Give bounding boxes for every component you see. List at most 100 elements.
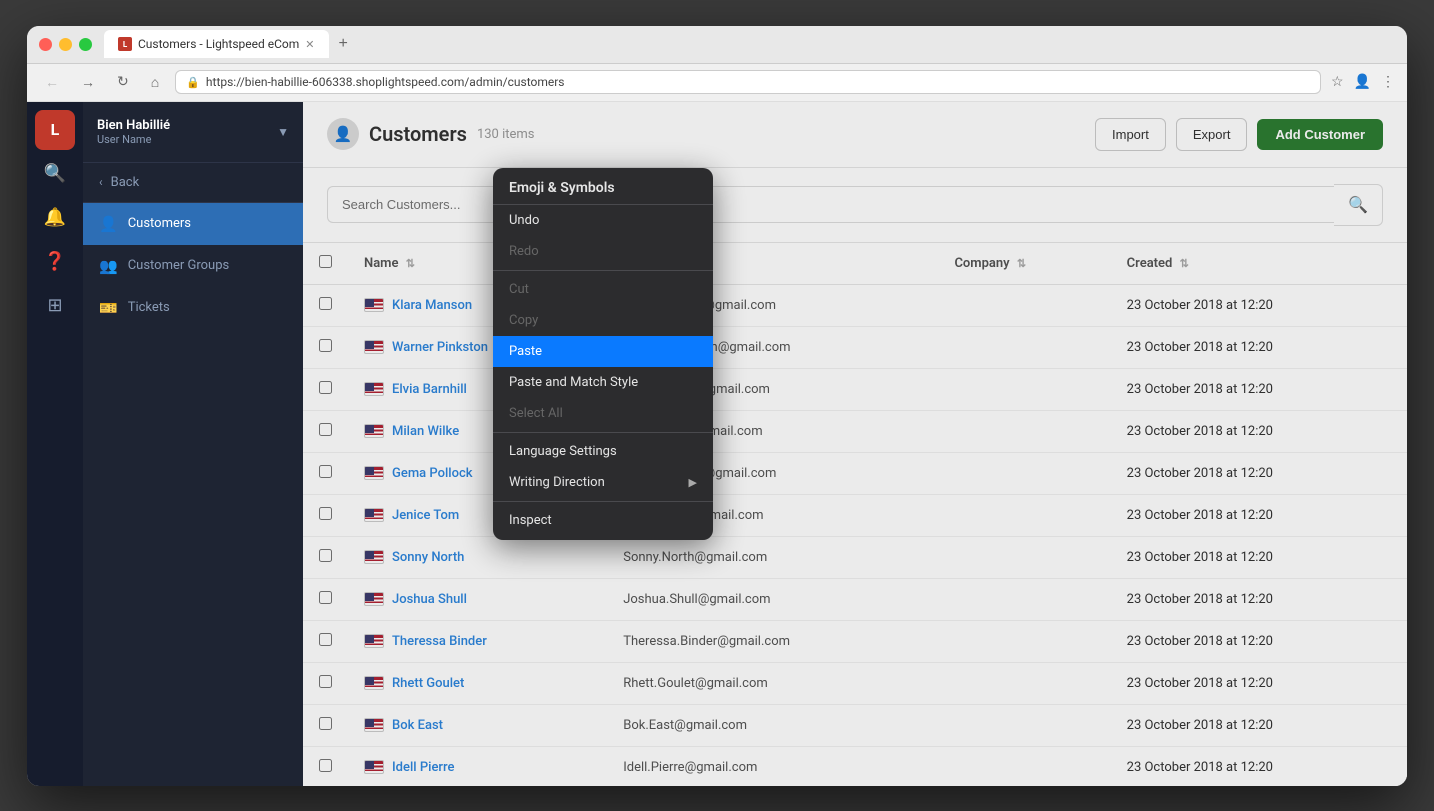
- row-checkbox-cell[interactable]: [303, 578, 348, 620]
- row-checkbox[interactable]: [319, 591, 332, 604]
- row-checkbox-cell[interactable]: [303, 746, 348, 786]
- ctx-emoji-header[interactable]: Emoji & Symbols: [493, 172, 713, 205]
- row-checkbox[interactable]: [319, 675, 332, 688]
- customer-name-link[interactable]: Idell Pierre: [392, 760, 454, 775]
- ctx-paste-match[interactable]: Paste and Match Style: [493, 367, 713, 398]
- row-created-cell: 23 October 2018 at 12:20: [1111, 620, 1407, 662]
- menu-icon[interactable]: ⋮: [1381, 74, 1395, 90]
- customer-name-link[interactable]: Rhett Goulet: [392, 676, 464, 691]
- row-company-cell: [938, 326, 1110, 368]
- sidebar-icon-grid[interactable]: ⊞: [35, 286, 75, 326]
- row-name-cell: Bok East: [348, 704, 607, 746]
- customer-name-link[interactable]: Warner Pinkston: [392, 340, 488, 355]
- row-checkbox[interactable]: [319, 717, 332, 730]
- active-tab[interactable]: L Customers - Lightspeed eCom ✕: [104, 30, 329, 58]
- row-checkbox[interactable]: [319, 549, 332, 562]
- customer-name-link[interactable]: Bok East: [392, 718, 443, 733]
- tab-favicon: L: [118, 37, 132, 51]
- sidebar-nav: ‹ Back 👤 Customers 👥 Customer Groups 🎫 T…: [83, 163, 303, 329]
- ctx-separator-1: [493, 270, 713, 271]
- ctx-inspect[interactable]: Inspect: [493, 505, 713, 536]
- customer-name-link[interactable]: Elvia Barnhill: [392, 382, 467, 397]
- back-button[interactable]: ←: [39, 72, 65, 93]
- customer-name-link[interactable]: Sonny North: [392, 550, 464, 565]
- customer-name-link[interactable]: Theressa Binder: [392, 634, 487, 649]
- row-checkbox-cell[interactable]: [303, 494, 348, 536]
- search-area: 🔍 Emoji & Symbols Undo Redo Cut Copy Pas…: [303, 168, 1407, 243]
- customer-name-link[interactable]: Joshua Shull: [392, 592, 467, 607]
- flag-icon: [364, 550, 384, 564]
- row-checkbox-cell[interactable]: [303, 284, 348, 326]
- row-checkbox[interactable]: [319, 633, 332, 646]
- row-checkbox[interactable]: [319, 339, 332, 352]
- minimize-button[interactable]: [59, 38, 72, 51]
- row-checkbox-cell[interactable]: [303, 620, 348, 662]
- sidebar-back-button[interactable]: ‹ Back: [83, 163, 303, 203]
- row-email-cell: Sonny.North@gmail.com: [607, 536, 938, 578]
- col-company[interactable]: Company ⇅: [938, 243, 1110, 285]
- row-checkbox-cell[interactable]: [303, 452, 348, 494]
- table-row: Joshua Shull Joshua.Shull@gmail.com 23 O…: [303, 578, 1407, 620]
- sidebar-icon-logo[interactable]: L: [35, 110, 75, 150]
- sidebar-icon-help[interactable]: ❓: [35, 242, 75, 282]
- sidebar-icon-notifications[interactable]: 🔔: [35, 198, 75, 238]
- sidebar-dropdown-icon[interactable]: ▼: [277, 125, 289, 139]
- row-checkbox-cell[interactable]: [303, 536, 348, 578]
- home-button[interactable]: ⌂: [145, 72, 165, 93]
- bookmark-icon[interactable]: ☆: [1331, 74, 1344, 90]
- close-button[interactable]: [39, 38, 52, 51]
- search-button[interactable]: 🔍: [1334, 184, 1383, 226]
- sidebar-item-customer-groups[interactable]: 👥 Customer Groups: [83, 245, 303, 287]
- add-customer-button[interactable]: Add Customer: [1257, 119, 1383, 150]
- customer-name-link[interactable]: Milan Wilke: [392, 424, 459, 439]
- row-checkbox-cell[interactable]: [303, 326, 348, 368]
- row-checkbox[interactable]: [319, 507, 332, 520]
- app-window: L Customers - Lightspeed eCom ✕ + ← → ↻ …: [27, 26, 1407, 786]
- sidebar-customers-label: Customers: [128, 216, 191, 231]
- row-name-cell: Idell Pierre: [348, 746, 607, 786]
- row-checkbox[interactable]: [319, 759, 332, 772]
- url-bar[interactable]: 🔒 https://bien-habillie-606338.shoplight…: [175, 70, 1321, 94]
- tab-bar: L Customers - Lightspeed eCom ✕ +: [104, 30, 1395, 58]
- table-row: Rhett Goulet Rhett.Goulet@gmail.com 23 O…: [303, 662, 1407, 704]
- reload-button[interactable]: ↻: [111, 72, 135, 92]
- back-label: Back: [111, 175, 140, 190]
- row-checkbox-cell[interactable]: [303, 368, 348, 410]
- sidebar: Bien Habillié User Name ▼ ‹ Back 👤 Custo…: [83, 102, 303, 786]
- table-header-row: Name ⇅ Email ⇅ Company ⇅ Created ⇅: [303, 243, 1407, 285]
- sidebar-tickets-label: Tickets: [128, 300, 170, 315]
- ctx-writing-direction[interactable]: Writing Direction ▶: [493, 467, 713, 498]
- tab-close-icon[interactable]: ✕: [305, 38, 314, 51]
- import-button[interactable]: Import: [1095, 118, 1166, 151]
- row-created-cell: 23 October 2018 at 12:20: [1111, 452, 1407, 494]
- row-checkbox-cell[interactable]: [303, 410, 348, 452]
- ctx-paste[interactable]: Paste: [493, 336, 713, 367]
- select-all-header[interactable]: [303, 243, 348, 285]
- row-checkbox[interactable]: [319, 297, 332, 310]
- sidebar-item-tickets[interactable]: 🎫 Tickets: [83, 287, 303, 329]
- ctx-undo[interactable]: Undo: [493, 205, 713, 236]
- sidebar-icon-search[interactable]: 🔍: [35, 154, 75, 194]
- row-checkbox[interactable]: [319, 381, 332, 394]
- select-all-checkbox[interactable]: [319, 255, 332, 268]
- tab-title: Customers - Lightspeed eCom: [138, 37, 299, 51]
- customer-name-link[interactable]: Klara Manson: [392, 298, 472, 313]
- account-icon[interactable]: 👤: [1354, 74, 1371, 90]
- customer-name-link[interactable]: Gema Pollock: [392, 466, 473, 481]
- row-checkbox-cell[interactable]: [303, 704, 348, 746]
- col-created[interactable]: Created ⇅: [1111, 243, 1407, 285]
- row-name-cell: Sonny North: [348, 536, 607, 578]
- sidebar-item-customers[interactable]: 👤 Customers: [83, 203, 303, 245]
- row-checkbox[interactable]: [319, 465, 332, 478]
- ctx-language[interactable]: Language Settings: [493, 436, 713, 467]
- header-actions: Import Export Add Customer: [1095, 118, 1383, 151]
- customer-name-link[interactable]: Jenice Tom: [392, 508, 459, 523]
- name-sort-icon: ⇅: [406, 257, 415, 270]
- export-button[interactable]: Export: [1176, 118, 1248, 151]
- new-tab-button[interactable]: +: [333, 35, 354, 53]
- forward-button[interactable]: →: [75, 72, 101, 93]
- row-checkbox-cell[interactable]: [303, 662, 348, 704]
- row-checkbox[interactable]: [319, 423, 332, 436]
- search-input[interactable]: [327, 186, 1334, 223]
- maximize-button[interactable]: [79, 38, 92, 51]
